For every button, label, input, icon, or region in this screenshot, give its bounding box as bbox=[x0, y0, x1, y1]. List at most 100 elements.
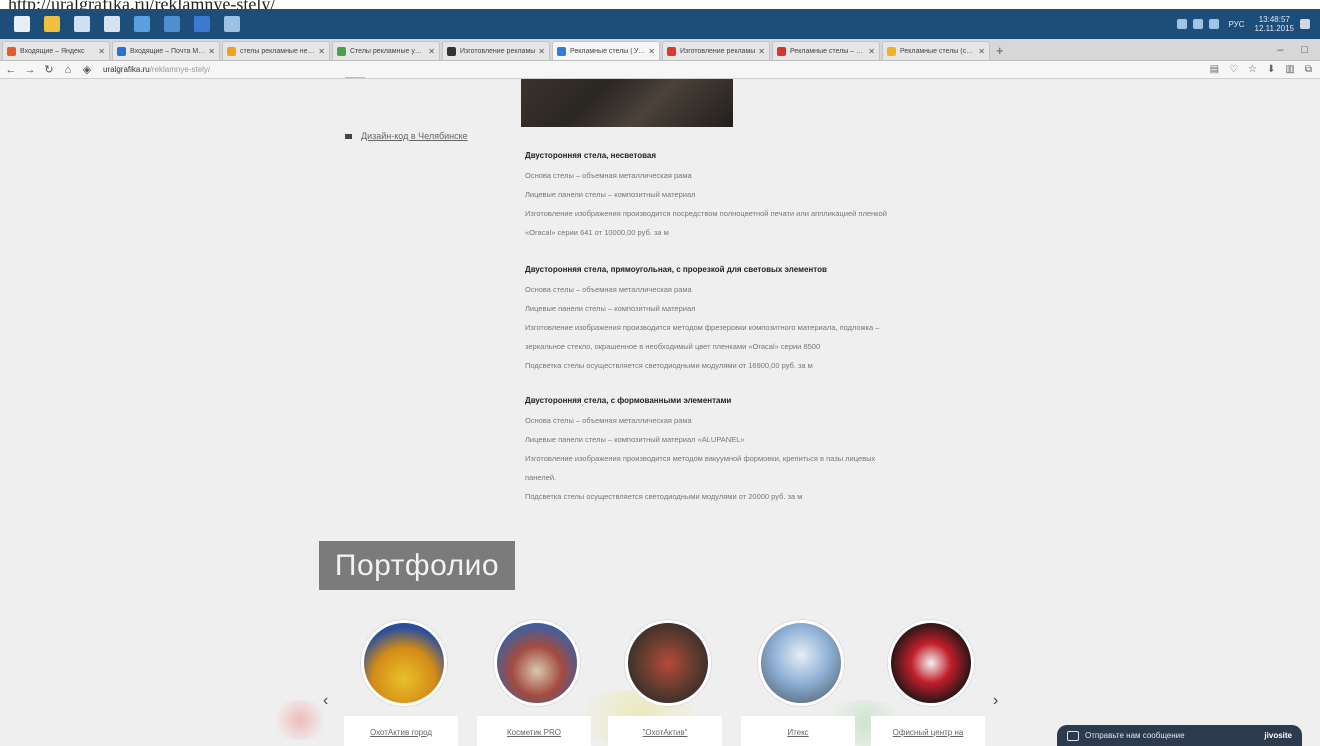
app-icon[interactable] bbox=[164, 16, 180, 32]
section-line: зеркальное стекло, окрашенное в необходи… bbox=[525, 342, 821, 351]
tab-label: Изготовление рекламы bbox=[460, 47, 536, 55]
portfolio-caption-text[interactable]: Офисный центр на bbox=[893, 728, 964, 737]
browser-tab[interactable]: Рекламные стелы | Уралграфика✕ bbox=[552, 41, 660, 60]
section-line: Подсветка стелы осуществляется светодиод… bbox=[525, 492, 803, 501]
portfolio-title: Портфолио bbox=[319, 541, 515, 590]
minimize-icon[interactable]: – bbox=[1277, 41, 1283, 60]
tab-favicon-icon bbox=[227, 46, 236, 56]
maximize-icon[interactable]: □ bbox=[1301, 41, 1308, 60]
tab-label: Изготовление рекламы bbox=[680, 47, 756, 55]
section-line: Подсветка стелы осуществляется светодиод… bbox=[525, 361, 813, 370]
portfolio-thumb[interactable] bbox=[494, 620, 580, 706]
shield-icon[interactable]: ◈ bbox=[79, 63, 95, 76]
tab-close-icon[interactable]: ✕ bbox=[648, 47, 655, 56]
home-icon[interactable]: ⌂ bbox=[60, 64, 76, 76]
stele-section: Двусторонняя стела, с формованными элеме… bbox=[525, 396, 1025, 506]
tab-close-icon[interactable]: ✕ bbox=[208, 47, 215, 56]
portfolio-caption-text[interactable]: Итекс bbox=[787, 728, 808, 737]
windows-start-icon[interactable] bbox=[14, 16, 30, 32]
tab-favicon-icon bbox=[667, 46, 676, 56]
chat-bubble-icon bbox=[1067, 730, 1079, 741]
back-icon[interactable]: ← bbox=[3, 64, 19, 76]
browser-tab[interactable]: Рекламные стелы (стелы)✕ bbox=[882, 41, 990, 60]
portfolio-caption[interactable]: ОхотАктив город bbox=[344, 716, 458, 746]
carousel-prev-icon[interactable]: ‹ bbox=[323, 692, 328, 710]
tray-icon[interactable] bbox=[1192, 19, 1203, 29]
tab-close-icon[interactable]: ✕ bbox=[98, 47, 105, 56]
sidebar-link[interactable]: Дизайн-код в Челябинске bbox=[345, 131, 468, 141]
browser-tab[interactable]: Изготовление рекламы ✕ bbox=[662, 41, 770, 60]
chat-prompt[interactable]: Отправьте нам сообщение bbox=[1085, 731, 1185, 740]
volume-icon[interactable] bbox=[1208, 19, 1219, 29]
tab-close-icon[interactable]: ✕ bbox=[318, 47, 325, 56]
paint-splash-decoration bbox=[270, 700, 330, 740]
tab-label: Входящие – Яндекс bbox=[20, 47, 85, 55]
reader-icon[interactable]: ▤ bbox=[1210, 64, 1219, 75]
tab-label: Стелы рекламные уличные bbox=[350, 47, 425, 55]
download-icon[interactable]: ⬇ bbox=[1267, 64, 1275, 75]
network-icon[interactable] bbox=[134, 16, 150, 32]
clock-date: 12.11.2015 bbox=[1254, 24, 1294, 33]
portfolio-thumb[interactable] bbox=[758, 620, 844, 706]
portfolio-caption-text[interactable]: "ОхотАктив" bbox=[643, 728, 688, 737]
bookmark-star-icon[interactable]: ☆ bbox=[1248, 64, 1257, 75]
sidebar-divider bbox=[345, 77, 365, 78]
section-line: Изготовление изображения производится ме… bbox=[525, 454, 876, 463]
tab-favicon-icon bbox=[7, 46, 16, 56]
section-line: Основа стелы – объемная металлическая ра… bbox=[525, 416, 692, 425]
tab-close-icon[interactable]: ✕ bbox=[868, 47, 875, 56]
browser-tab[interactable]: Входящие – Яндекс ✕ bbox=[2, 41, 110, 60]
chat-widget[interactable]: Отправьте нам сообщение jivosite bbox=[1057, 725, 1302, 746]
notification-icon[interactable] bbox=[1300, 19, 1310, 29]
reload-icon[interactable]: ↻ bbox=[41, 63, 57, 76]
section-line: Лицевые панели стелы – композитный матер… bbox=[525, 190, 696, 199]
tab-label: стелы рекламные несветовые bbox=[240, 47, 315, 55]
sync-icon[interactable]: ⧉ bbox=[1305, 64, 1312, 75]
new-tab-button[interactable]: + bbox=[996, 41, 1004, 60]
browser-tab[interactable]: Входящие – Почта Mail.ru ✕ bbox=[112, 41, 220, 60]
carousel-next-icon[interactable]: › bbox=[993, 692, 998, 710]
section-line: Основа стелы – объемная металлическая ра… bbox=[525, 171, 692, 180]
portfolio-thumb[interactable] bbox=[625, 620, 711, 706]
forward-icon[interactable]: → bbox=[22, 64, 38, 76]
browser-tab[interactable]: Стелы рекламные уличные✕ bbox=[332, 41, 440, 60]
browser-nav-bar: ← → ↻ ⌂ ◈ uralgrafika.ru/reklamnye-stely… bbox=[0, 61, 1320, 79]
tab-favicon-icon bbox=[447, 46, 456, 56]
tab-close-icon[interactable]: ✕ bbox=[538, 47, 545, 56]
tray-language[interactable]: РУС bbox=[1229, 20, 1245, 29]
chat-brand: jivosite bbox=[1264, 731, 1292, 740]
folder-icon[interactable] bbox=[224, 16, 240, 32]
section-line: панелей. bbox=[525, 473, 557, 482]
portfolio-caption[interactable]: Косметик PRO bbox=[477, 716, 591, 746]
portfolio-thumb[interactable] bbox=[888, 620, 974, 706]
mail-icon[interactable] bbox=[74, 16, 90, 32]
browser-tab[interactable]: Рекламные стелы – Екатеринбург✕ bbox=[772, 41, 880, 60]
sidebar-link-text[interactable]: Дизайн-код в Челябинске bbox=[361, 131, 468, 141]
portfolio-thumb[interactable] bbox=[361, 620, 447, 706]
firefox-icon[interactable] bbox=[194, 16, 210, 32]
document-icon[interactable] bbox=[104, 16, 120, 32]
section-title: Двусторонняя стела, несветовая bbox=[525, 151, 657, 160]
portfolio-caption[interactable]: Офисный центр на bbox=[871, 716, 985, 746]
browser-tab[interactable]: Изготовление рекламы ✕ bbox=[442, 41, 550, 60]
tab-close-icon[interactable]: ✕ bbox=[428, 47, 435, 56]
portfolio-caption[interactable]: "ОхотАктив" bbox=[608, 716, 722, 746]
tray-icon[interactable] bbox=[1176, 19, 1187, 29]
address-bar[interactable]: uralgrafika.ru/reklamnye-stely/ bbox=[103, 65, 210, 74]
portfolio-caption-text[interactable]: ОхотАктив город bbox=[370, 728, 432, 737]
explorer-icon[interactable] bbox=[44, 16, 60, 32]
section-line: «Oracal» серии 641 от 10000,00 руб. за м bbox=[525, 228, 669, 237]
portfolio-caption-text[interactable]: Косметик PRO bbox=[507, 728, 561, 737]
browser-tab[interactable]: стелы рекламные несветовые✕ bbox=[222, 41, 330, 60]
tab-close-icon[interactable]: ✕ bbox=[978, 47, 985, 56]
pocket-icon[interactable]: ♡ bbox=[1229, 64, 1238, 75]
clock-time: 13:48:57 bbox=[1258, 15, 1290, 24]
section-title: Двусторонняя стела, с формованными элеме… bbox=[525, 396, 732, 405]
system-tray: РУС 13:48:57 12.11.2015 bbox=[1176, 15, 1320, 33]
section-title: Двусторонняя стела, прямоугольная, с про… bbox=[525, 265, 827, 274]
tray-clock[interactable]: 13:48:57 12.11.2015 bbox=[1255, 15, 1294, 33]
library-icon[interactable]: ▥ bbox=[1285, 64, 1294, 75]
tab-close-icon[interactable]: ✕ bbox=[758, 47, 765, 56]
portfolio-caption[interactable]: Итекс bbox=[741, 716, 855, 746]
tab-favicon-icon bbox=[117, 46, 126, 56]
